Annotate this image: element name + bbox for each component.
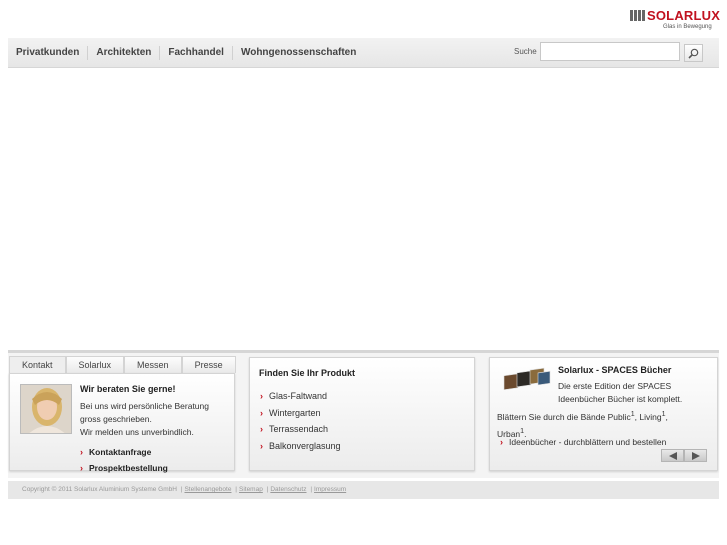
tab-presse[interactable]: Presse	[181, 356, 236, 373]
tab-kontakt[interactable]: Kontakt	[9, 356, 66, 373]
next-button[interactable]	[684, 449, 707, 462]
search-icon	[688, 48, 699, 59]
link-label: Kontaktanfrage	[89, 447, 152, 457]
prospektbestellung-link[interactable]: › Prospektbestellung	[80, 463, 168, 473]
contact-text: Bei uns wird persönliche Beratung gross …	[80, 400, 230, 439]
kontaktanfrage-link[interactable]: › Kontaktanfrage	[80, 447, 151, 457]
text-part: Blättern Sie durch die Bände Public	[497, 411, 631, 422]
search-button[interactable]	[684, 44, 703, 62]
product-item-wintergarten[interactable]: › Wintergarten	[260, 405, 341, 422]
nav-item-fachhandel[interactable]: Fachhandel	[160, 46, 233, 60]
contact-title: Wir beraten Sie gerne!	[80, 384, 176, 394]
product-label: Terrassendach	[269, 424, 329, 434]
contact-text-line: gross geschrieben.	[80, 414, 152, 424]
text-part: , Living	[634, 411, 662, 422]
chevron-right-icon: ›	[500, 437, 503, 447]
spaces-text: Die erste Edition der SPACES Ideenbücher…	[558, 381, 683, 404]
footer-link-impressum[interactable]: Impressum	[314, 486, 346, 493]
tab-messen[interactable]: Messen	[124, 356, 182, 373]
logo-name: SOLARLUX	[647, 8, 721, 23]
chevron-right-icon: ›	[260, 407, 263, 418]
contact-text-line: Bei uns wird persönliche Beratung	[80, 401, 209, 411]
carousel-arrows	[661, 449, 707, 462]
product-label: Glas-Faltwand	[269, 391, 328, 401]
advisor-photo	[20, 384, 72, 434]
product-item-terrassendach[interactable]: › Terrassendach	[260, 421, 341, 438]
link-label: Ideenbücher - durchblättern und bestelle…	[509, 437, 667, 447]
product-item-balkonverglasung[interactable]: › Balkonverglasung	[260, 438, 341, 455]
product-label: Wintergarten	[269, 407, 321, 418]
chevron-right-icon: ›	[80, 447, 83, 457]
top-navigation: Privatkunden Architekten Fachhandel Wohn…	[8, 38, 719, 68]
chevron-right-icon: ›	[260, 440, 263, 451]
chevron-right-icon: ›	[260, 424, 263, 434]
product-finder-panel: Finden Sie Ihr Produkt › Glas-Faltwand › W…	[249, 357, 475, 471]
chevron-right-icon: ›	[80, 463, 83, 473]
solarlux-logo[interactable]: SOLARLUX Glas in Bewegung	[630, 8, 722, 34]
tab-solarlux[interactable]: Solarlux	[65, 356, 125, 373]
search-input[interactable]	[540, 42, 680, 61]
ideenbuecher-link[interactable]: › Ideenbücher - durchblättern und bestell…	[500, 437, 666, 447]
contact-text-line: Wir melden uns unverbindlich.	[80, 427, 194, 437]
chevron-right-icon: ›	[260, 391, 263, 401]
nav-item-architekten[interactable]: Architekten	[88, 46, 161, 60]
books-thumbnail[interactable]	[502, 366, 552, 394]
text-part: ,	[665, 411, 668, 422]
footer-link-sitemap[interactable]: Sitemap	[239, 486, 263, 493]
arrow-right-icon	[692, 452, 700, 460]
product-finder-title: Finden Sie Ihr Produkt	[259, 368, 356, 378]
product-item-glas-faltwand[interactable]: › Glas-Faltwand	[260, 388, 341, 405]
nav-item-privatkunden[interactable]: Privatkunden	[8, 46, 89, 60]
footer-link-stellenangebote[interactable]: Stellenangebote	[184, 486, 231, 493]
copyright-text: Copyright © 2011 Solarlux Aluminium Syst…	[22, 486, 177, 493]
link-label: Prospektbestellung	[89, 463, 168, 473]
arrow-left-icon	[669, 452, 677, 460]
logo-tagline: Glas in Bewegung	[663, 24, 712, 30]
footer: Copyright © 2011 Solarlux Aluminium Syst…	[8, 481, 719, 499]
nav-item-wohngenossenschaften[interactable]: Wohngenossenschaften	[233, 46, 364, 60]
logo-bars-icon	[630, 10, 645, 21]
footer-link-datenschutz[interactable]: Datenschutz	[270, 486, 306, 493]
contact-panel: Wir beraten Sie gerne! Bei uns wird pers…	[9, 373, 235, 473]
spaces-books-panel: Solarlux - SPACES Bücher Die erste Editi…	[489, 357, 718, 471]
spaces-volumes-text: Blättern Sie durch die Bände Public1, Li…	[497, 407, 712, 441]
contact-tabs: Kontakt Solarlux Messen Presse	[9, 356, 236, 373]
search-label: Suche	[514, 47, 537, 56]
spaces-title: Solarlux - SPACES Bücher	[558, 365, 672, 375]
product-label: Balkonverglasung	[269, 440, 341, 451]
product-list: › Glas-Faltwand › Wintergarten › Terrassend…	[260, 388, 341, 454]
prev-button[interactable]	[661, 449, 684, 462]
